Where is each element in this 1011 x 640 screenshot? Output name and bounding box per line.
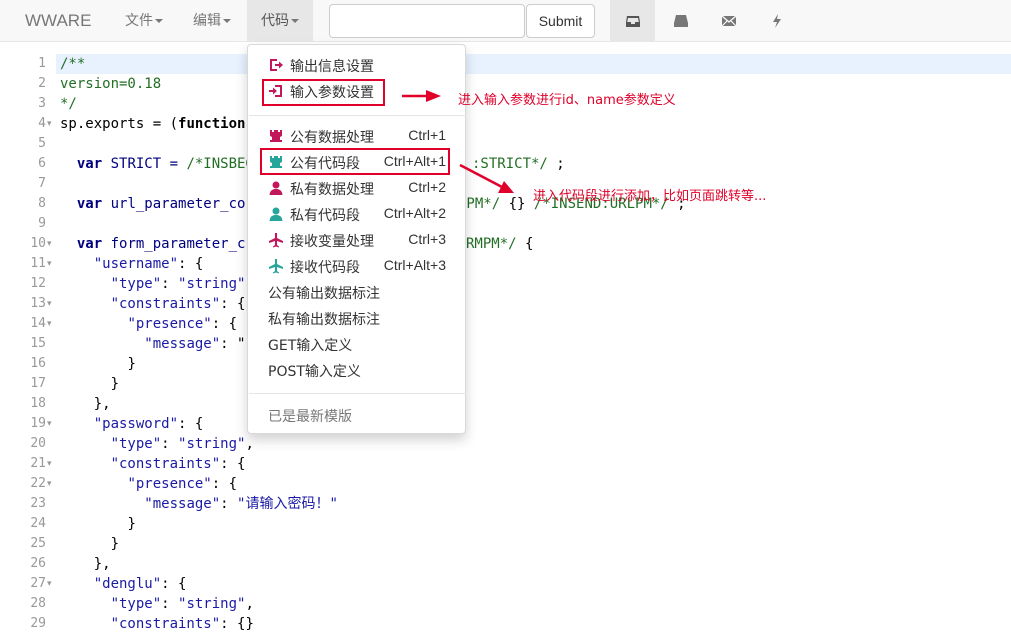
- arrow-public-code: [459, 163, 514, 193]
- annotation-input-params: 进入输入参数进行id、name参数定义: [458, 93, 676, 108]
- arrow-input-settings: [402, 90, 441, 102]
- annotation-public-code: 进入代码段进行添加，比如页面跳转等...: [533, 189, 767, 204]
